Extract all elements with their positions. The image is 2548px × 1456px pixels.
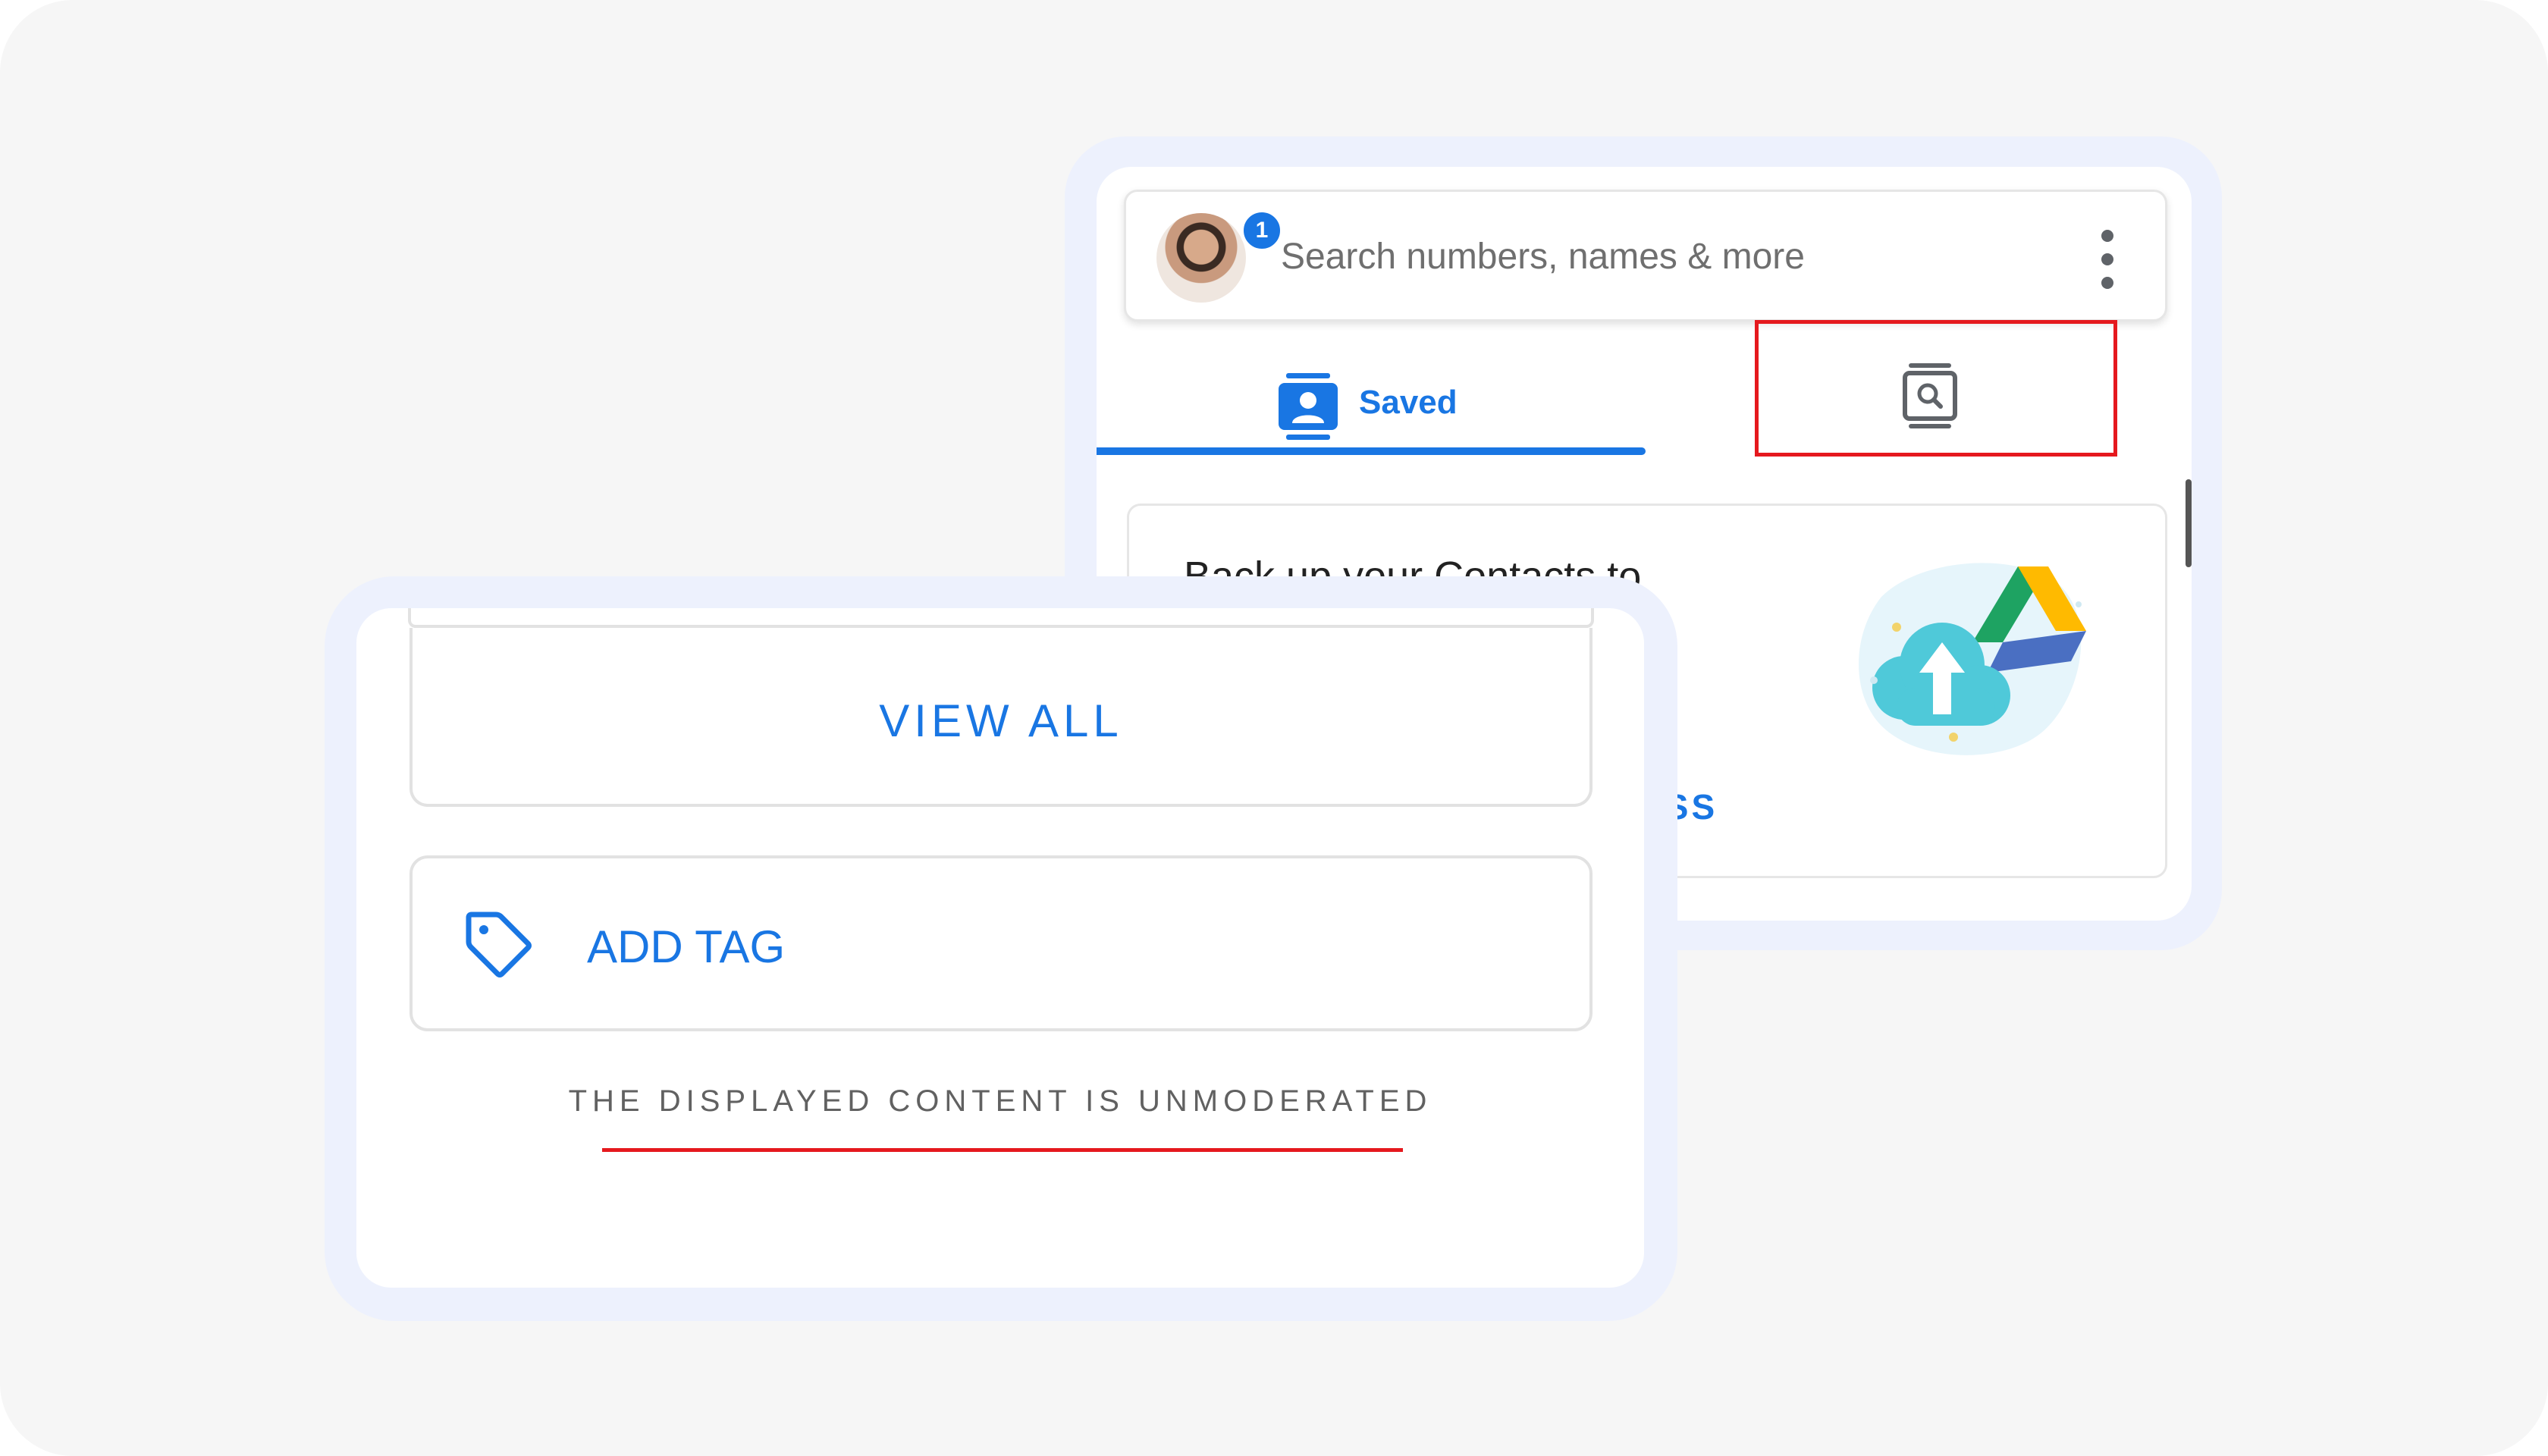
notification-badge: 1 xyxy=(1240,209,1284,253)
tab-contact-search[interactable] xyxy=(1755,320,2117,457)
tag-icon xyxy=(466,912,532,977)
active-tab-indicator xyxy=(1097,447,1646,455)
highlight-underline xyxy=(602,1148,1403,1152)
user-avatar[interactable] xyxy=(1156,213,1246,303)
view-all-label: VIEW ALL xyxy=(879,695,1123,746)
tab-saved[interactable]: Saved xyxy=(1097,344,1646,463)
add-tag-label: ADD TAG xyxy=(587,921,786,972)
profile-detail-screen: VIEW ALL ADD TAG THE DISPLAYED CONTENT I… xyxy=(356,608,1644,1288)
more-vert-icon[interactable] xyxy=(2100,230,2115,289)
tab-saved-label: Saved xyxy=(1359,384,1458,421)
cloud-upload-drive-illustration xyxy=(1859,563,2086,755)
add-tag-button[interactable]: ADD TAG xyxy=(410,855,1592,1031)
unmoderated-disclaimer: THE DISPLAYED CONTENT IS UNMODERATED xyxy=(568,1084,1432,1118)
scrollbar[interactable] xyxy=(2186,479,2192,567)
contacts-icon xyxy=(1279,373,1338,440)
view-all-button[interactable]: VIEW ALL xyxy=(410,628,1592,807)
canvas: 1 Search numbers, names & more Saved ISS… xyxy=(0,0,2548,1456)
search-input[interactable]: Search numbers, names & more xyxy=(1281,236,1805,278)
search-bar[interactable]: 1 Search numbers, names & more xyxy=(1124,190,2167,322)
previous-list-edge xyxy=(408,608,1594,628)
contact-search-icon xyxy=(1903,363,1957,428)
